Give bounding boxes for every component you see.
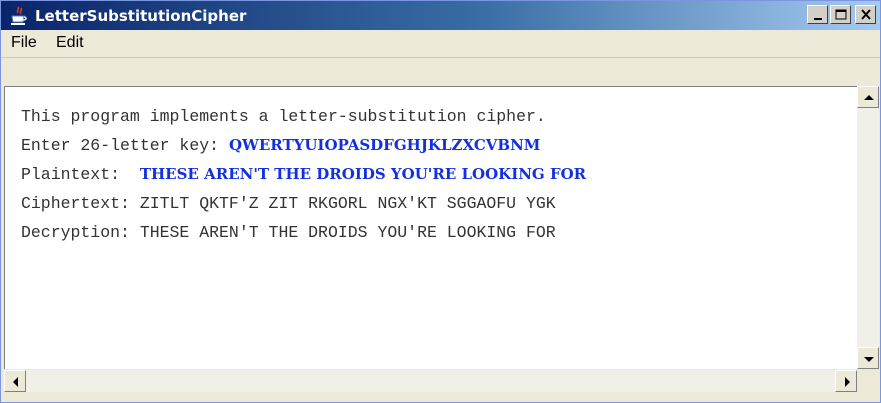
minimize-icon bbox=[814, 18, 822, 20]
minimize-button[interactable] bbox=[807, 5, 828, 24]
horizontal-scroll-track[interactable] bbox=[26, 370, 835, 392]
scroll-up-button[interactable] bbox=[857, 86, 879, 108]
close-icon bbox=[861, 9, 871, 20]
console-line-intro: This program implements a letter-substit… bbox=[21, 107, 546, 126]
menu-file[interactable]: File bbox=[11, 34, 37, 52]
plaintext-prompt: Plaintext: bbox=[21, 165, 140, 184]
scrollbar-corner bbox=[857, 369, 880, 392]
menu-bar: File Edit bbox=[1, 30, 880, 58]
arrow-up-icon bbox=[864, 95, 874, 100]
maximize-button[interactable] bbox=[830, 5, 851, 24]
vertical-scroll-track[interactable] bbox=[857, 108, 879, 347]
close-button[interactable] bbox=[855, 5, 876, 24]
vertical-scrollbar[interactable] bbox=[857, 86, 880, 369]
arrow-right-icon bbox=[845, 377, 850, 387]
console-line-plaintext: Plaintext: THESE AREN'T THE DROIDS YOU'R… bbox=[21, 165, 586, 184]
plaintext-input-value: THESE AREN'T THE DROIDS YOU'RE LOOKING F… bbox=[139, 165, 587, 183]
java-coffee-cup-icon bbox=[9, 6, 29, 26]
title-bar[interactable]: LetterSubstitutionCipher bbox=[1, 1, 880, 30]
console-line-ciphertext: Ciphertext: ZITLT QKTF'Z ZIT RKGORL NGX'… bbox=[21, 194, 556, 213]
horizontal-scrollbar[interactable] bbox=[4, 369, 857, 392]
arrow-down-icon bbox=[864, 357, 874, 362]
console-line-key: Enter 26-letter key: QWERTYUIOPASDFGHJKL… bbox=[21, 136, 540, 155]
key-input-value: QWERTYUIOPASDFGHJKLZXCVBNM bbox=[228, 136, 541, 154]
scroll-right-button[interactable] bbox=[835, 370, 857, 392]
maximize-icon bbox=[835, 9, 847, 20]
scroll-left-button[interactable] bbox=[4, 370, 26, 392]
console-line-decryption: Decryption: THESE AREN'T THE DROIDS YOU'… bbox=[21, 223, 556, 242]
scroll-down-button[interactable] bbox=[857, 347, 879, 369]
window-title: LetterSubstitutionCipher bbox=[35, 7, 247, 25]
menu-edit[interactable]: Edit bbox=[56, 34, 84, 52]
arrow-left-icon bbox=[13, 377, 18, 387]
key-prompt: Enter 26-letter key: bbox=[21, 136, 229, 155]
console-text-area[interactable]: This program implements a letter-substit… bbox=[4, 86, 857, 369]
app-window: LetterSubstitutionCipher File Edit This … bbox=[0, 0, 881, 403]
